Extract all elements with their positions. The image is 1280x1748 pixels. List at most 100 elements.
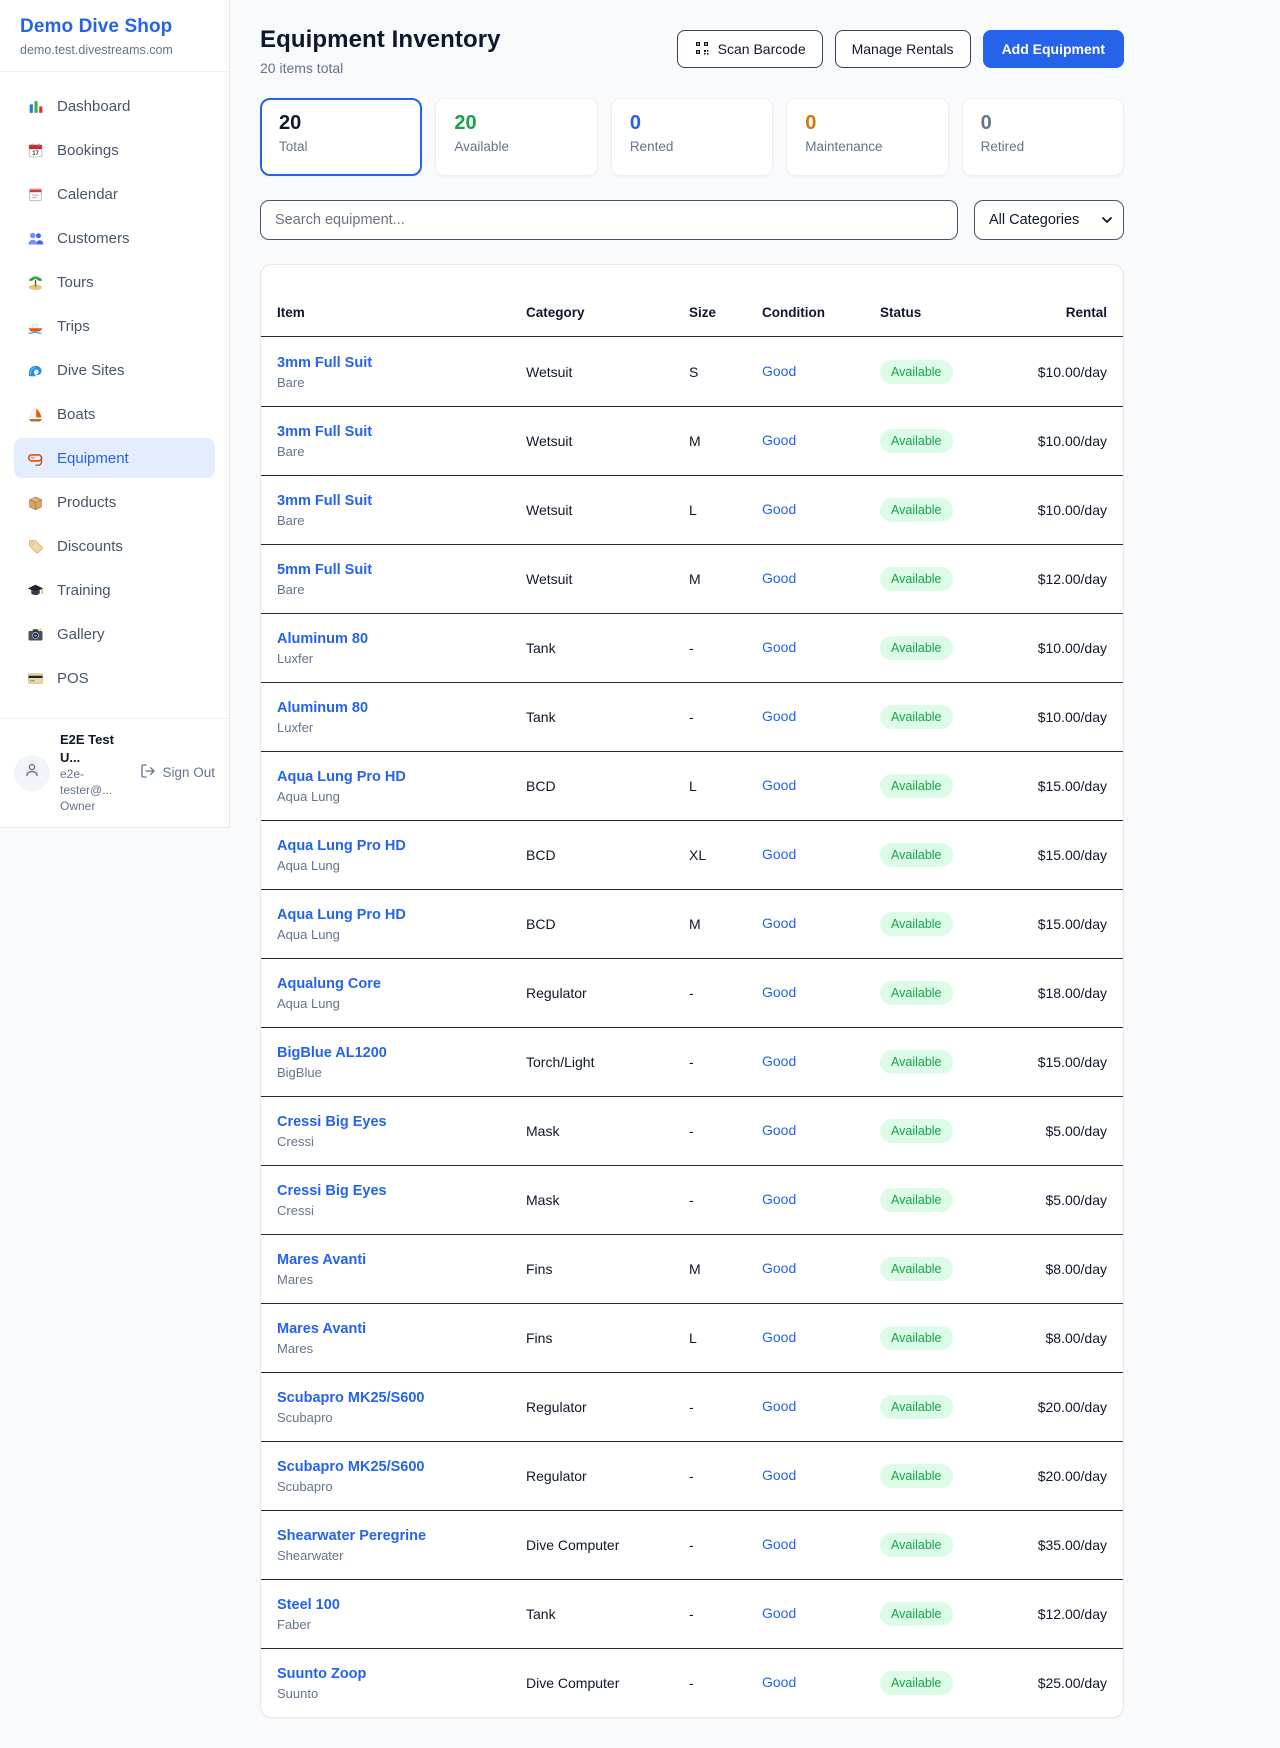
condition-link[interactable]: Good	[762, 432, 796, 448]
sidebar-item-boats[interactable]: Boats	[14, 394, 215, 434]
condition-link[interactable]: Good	[762, 777, 796, 793]
item-cell: Aluminum 80 Luxfer	[277, 699, 526, 735]
item-name-link[interactable]: 3mm Full Suit	[277, 424, 372, 440]
size-cell: M	[689, 916, 762, 932]
condition-link[interactable]: Good	[762, 915, 796, 931]
category-select-wrap: All Categories	[974, 200, 1124, 240]
svg-text:17: 17	[32, 151, 39, 157]
item-name-link[interactable]: Cressi Big Eyes	[277, 1114, 387, 1130]
stat-card-retired[interactable]: 0 Retired	[962, 98, 1124, 176]
sidebar-item-dive-sites[interactable]: Dive Sites	[14, 350, 215, 390]
sidebar-item-products[interactable]: Products	[14, 482, 215, 522]
sidebar-item-training[interactable]: Training	[14, 570, 215, 610]
item-cell: Scubapro MK25/S600 Scubapro	[277, 1458, 526, 1494]
condition-link[interactable]: Good	[762, 1260, 796, 1276]
search-input[interactable]	[260, 200, 958, 240]
item-name-link[interactable]: BigBlue AL1200	[277, 1045, 387, 1061]
item-name-link[interactable]: Mares Avanti	[277, 1321, 366, 1337]
condition-link[interactable]: Good	[762, 1053, 796, 1069]
package-icon	[26, 493, 44, 511]
table-row[interactable]: Aqua Lung Pro HD Aqua Lung BCD M Good Av…	[261, 889, 1123, 958]
condition-link[interactable]: Good	[762, 846, 796, 862]
item-cell: Suunto Zoop Suunto	[277, 1665, 526, 1701]
condition-link[interactable]: Good	[762, 570, 796, 586]
table-row[interactable]: Aqua Lung Pro HD Aqua Lung BCD L Good Av…	[261, 751, 1123, 820]
stat-card-available[interactable]: 20 Available	[435, 98, 597, 176]
sidebar-item-gallery[interactable]: Gallery	[14, 614, 215, 654]
condition-link[interactable]: Good	[762, 708, 796, 724]
stat-value: 0	[981, 112, 1105, 135]
sidebar-item-equipment[interactable]: Equipment	[14, 438, 215, 478]
item-name-link[interactable]: 5mm Full Suit	[277, 562, 372, 578]
item-name-link[interactable]: Mares Avanti	[277, 1252, 366, 1268]
size-cell: M	[689, 1261, 762, 1277]
condition-link[interactable]: Good	[762, 363, 796, 379]
manage-rentals-button[interactable]: Manage Rentals	[835, 30, 971, 68]
condition-link[interactable]: Good	[762, 1122, 796, 1138]
condition-link[interactable]: Good	[762, 639, 796, 655]
item-name-link[interactable]: Suunto Zoop	[277, 1666, 366, 1682]
table-row[interactable]: Aluminum 80 Luxfer Tank - Good Available…	[261, 613, 1123, 682]
condition-link[interactable]: Good	[762, 1536, 796, 1552]
table-row[interactable]: Scubapro MK25/S600 Scubapro Regulator - …	[261, 1441, 1123, 1510]
condition-link[interactable]: Good	[762, 1329, 796, 1345]
sidebar-item-dashboard[interactable]: Dashboard	[14, 86, 215, 126]
table-row[interactable]: 3mm Full Suit Bare Wetsuit S Good Availa…	[261, 337, 1123, 406]
camera-icon	[26, 625, 44, 643]
island-icon	[26, 273, 44, 291]
equipment-table: ItemCategorySizeConditionStatusRental 3m…	[260, 264, 1124, 1718]
item-name-link[interactable]: Steel 100	[277, 1597, 340, 1613]
table-row[interactable]: 3mm Full Suit Bare Wetsuit M Good Availa…	[261, 406, 1123, 475]
item-name-link[interactable]: Scubapro MK25/S600	[277, 1459, 424, 1475]
table-row[interactable]: 3mm Full Suit Bare Wetsuit L Good Availa…	[261, 475, 1123, 544]
condition-link[interactable]: Good	[762, 1398, 796, 1414]
sidebar-item-calendar[interactable]: Calendar	[14, 174, 215, 214]
condition-link[interactable]: Good	[762, 1674, 796, 1690]
table-row[interactable]: BigBlue AL1200 BigBlue Torch/Light - Goo…	[261, 1027, 1123, 1096]
item-name-link[interactable]: Aluminum 80	[277, 700, 368, 716]
sidebar-item-trips[interactable]: Trips	[14, 306, 215, 346]
condition-link[interactable]: Good	[762, 1605, 796, 1621]
table-row[interactable]: Mares Avanti Mares Fins L Good Available…	[261, 1303, 1123, 1372]
sign-out-button[interactable]: Sign Out	[140, 763, 215, 782]
table-row[interactable]: Shearwater Peregrine Shearwater Dive Com…	[261, 1510, 1123, 1579]
stat-card-rented[interactable]: 0 Rented	[611, 98, 773, 176]
condition-link[interactable]: Good	[762, 1467, 796, 1483]
stat-card-maintenance[interactable]: 0 Maintenance	[786, 98, 948, 176]
item-name-link[interactable]: 3mm Full Suit	[277, 493, 372, 509]
table-row[interactable]: Aqua Lung Pro HD Aqua Lung BCD XL Good A…	[261, 820, 1123, 889]
item-name-link[interactable]: Scubapro MK25/S600	[277, 1390, 424, 1406]
item-brand: Bare	[277, 444, 526, 459]
sidebar-item-discounts[interactable]: Discounts	[14, 526, 215, 566]
condition-link[interactable]: Good	[762, 984, 796, 1000]
item-name-link[interactable]: Aqualung Core	[277, 976, 381, 992]
table-row[interactable]: Mares Avanti Mares Fins M Good Available…	[261, 1234, 1123, 1303]
table-row[interactable]: Scubapro MK25/S600 Scubapro Regulator - …	[261, 1372, 1123, 1441]
item-name-link[interactable]: Aqua Lung Pro HD	[277, 907, 406, 923]
table-row[interactable]: Aluminum 80 Luxfer Tank - Good Available…	[261, 682, 1123, 751]
scan-barcode-button[interactable]: Scan Barcode	[677, 30, 823, 68]
add-equipment-button[interactable]: Add Equipment	[983, 30, 1124, 68]
condition-link[interactable]: Good	[762, 1191, 796, 1207]
item-name-link[interactable]: Aqua Lung Pro HD	[277, 769, 406, 785]
stat-card-total[interactable]: 20 Total	[260, 98, 422, 176]
item-name-link[interactable]: Aqua Lung Pro HD	[277, 838, 406, 854]
table-row[interactable]: Aqualung Core Aqua Lung Regulator - Good…	[261, 958, 1123, 1027]
sidebar-item-bookings[interactable]: 17 Bookings	[14, 130, 215, 170]
table-row[interactable]: 5mm Full Suit Bare Wetsuit M Good Availa…	[261, 544, 1123, 613]
table-row[interactable]: Cressi Big Eyes Cressi Mask - Good Avail…	[261, 1096, 1123, 1165]
condition-link[interactable]: Good	[762, 501, 796, 517]
category-cell: Dive Computer	[526, 1675, 689, 1691]
sidebar-item-tours[interactable]: Tours	[14, 262, 215, 302]
table-row[interactable]: Cressi Big Eyes Cressi Mask - Good Avail…	[261, 1165, 1123, 1234]
sidebar-item-customers[interactable]: Customers	[14, 218, 215, 258]
item-name-link[interactable]: Cressi Big Eyes	[277, 1183, 387, 1199]
item-name-link[interactable]: Shearwater Peregrine	[277, 1528, 426, 1544]
item-name-link[interactable]: Aluminum 80	[277, 631, 368, 647]
item-cell: 3mm Full Suit Bare	[277, 354, 526, 390]
sidebar-item-pos[interactable]: POS	[14, 658, 215, 698]
category-select[interactable]: All Categories	[974, 200, 1124, 240]
item-name-link[interactable]: 3mm Full Suit	[277, 355, 372, 371]
table-row[interactable]: Steel 100 Faber Tank - Good Available $1…	[261, 1579, 1123, 1648]
table-row[interactable]: Suunto Zoop Suunto Dive Computer - Good …	[261, 1648, 1123, 1717]
